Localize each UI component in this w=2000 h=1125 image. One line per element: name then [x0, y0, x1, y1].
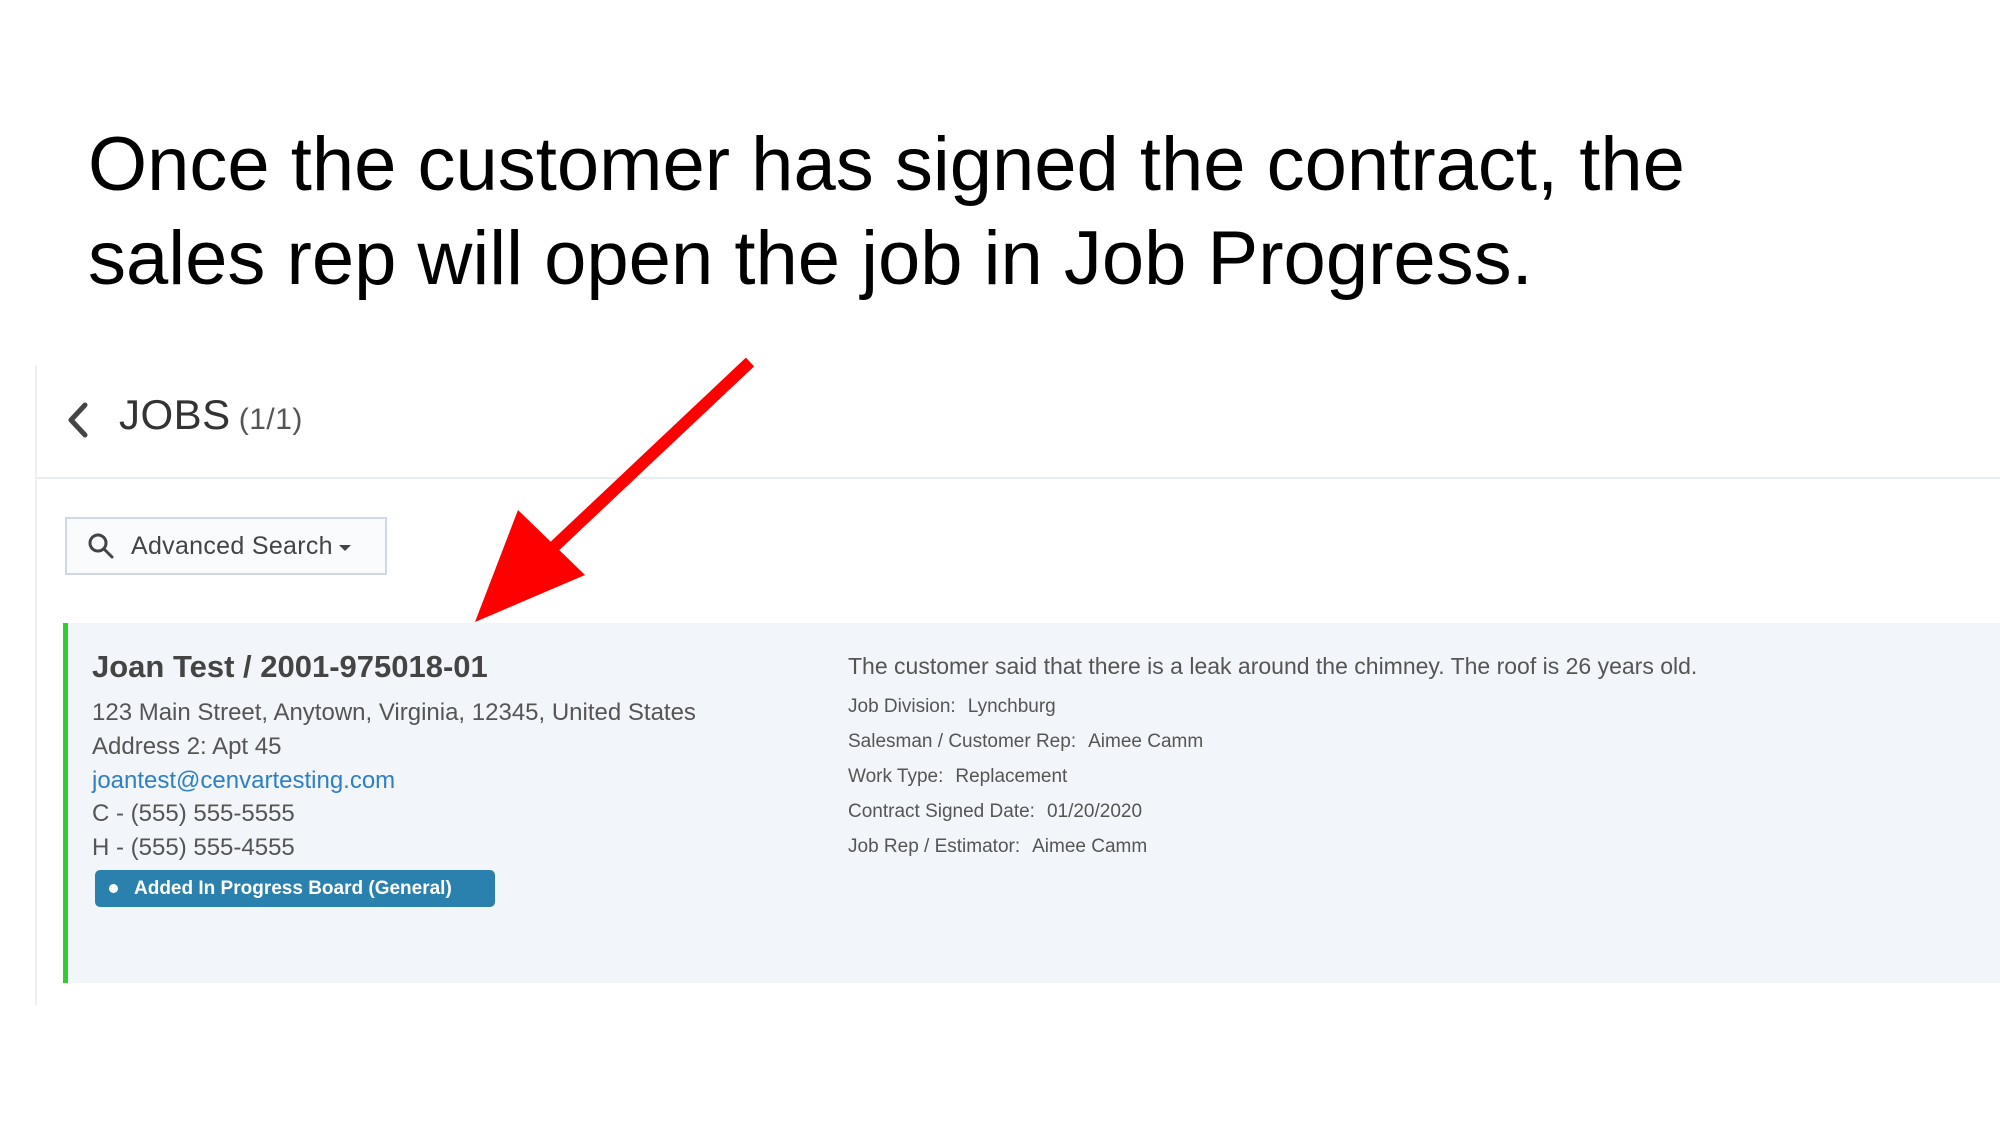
status-badge-label: Added In Progress Board (General) — [134, 877, 452, 899]
job-card[interactable]: Joan Test / 2001-975018-01 123 Main Stre… — [63, 623, 2000, 983]
job-home-phone: H - (555) 555-4555 — [92, 834, 295, 861]
detail-row-job-division: Job Division: Lynchburg — [848, 696, 1056, 718]
detail-value: Lynchburg — [967, 696, 1056, 717]
job-description: The customer said that there is a leak a… — [848, 653, 1698, 679]
detail-value: Replacement — [955, 766, 1068, 787]
caret-down-icon — [338, 545, 351, 551]
job-cell-phone: C - (555) 555-5555 — [92, 800, 295, 827]
jobs-header: JOBS (1/1) — [37, 365, 2000, 479]
detail-label: Contract Signed Date: — [848, 801, 1035, 822]
status-dot-icon — [109, 884, 118, 893]
detail-label: Job Rep / Estimator: — [848, 836, 1021, 857]
jobs-count: (1/1) — [238, 403, 303, 436]
detail-label: Work Type: — [848, 766, 944, 787]
chevron-left-icon[interactable] — [59, 395, 95, 445]
jobs-title: JOBS (1/1) — [119, 391, 303, 439]
jobs-title-label: JOBS — [119, 391, 231, 438]
detail-value: Aimee Camm — [1032, 836, 1148, 857]
job-title[interactable]: Joan Test / 2001-975018-01 — [92, 649, 488, 685]
slide-title-line-1: Once the customer has signed the contrac… — [88, 122, 1685, 207]
job-email-row: joantest@cenvartesting.com — [92, 767, 395, 795]
slide-title: Once the customer has signed the contrac… — [88, 118, 1968, 306]
detail-row-salesman: Salesman / Customer Rep: Aimee Camm — [848, 731, 1203, 753]
detail-row-contract-signed-date: Contract Signed Date: 01/20/2020 — [848, 801, 1142, 823]
detail-label: Job Division: — [848, 696, 956, 717]
jobs-screenshot: JOBS (1/1) Advanced Search Joan Test / 20… — [35, 365, 2000, 1005]
job-address-2: Address 2: Apt 45 — [92, 733, 282, 760]
advanced-search-label: Advanced Search — [131, 531, 333, 560]
detail-value: 01/20/2020 — [1046, 801, 1143, 822]
detail-row-job-rep: Job Rep / Estimator: Aimee Camm — [848, 836, 1147, 858]
detail-label: Salesman / Customer Rep: — [848, 731, 1077, 752]
detail-value: Aimee Camm — [1088, 731, 1204, 752]
job-address: 123 Main Street, Anytown, Virginia, 1234… — [92, 699, 696, 726]
job-email-link[interactable]: joantest@cenvartesting.com — [92, 767, 395, 794]
slide-title-line-2: sales rep will open the job in Job Progr… — [88, 216, 1533, 301]
detail-row-work-type: Work Type: Replacement — [848, 766, 1067, 788]
advanced-search-button[interactable]: Advanced Search — [65, 517, 387, 575]
status-badge: Added In Progress Board (General) — [95, 870, 495, 907]
search-icon — [88, 533, 114, 559]
